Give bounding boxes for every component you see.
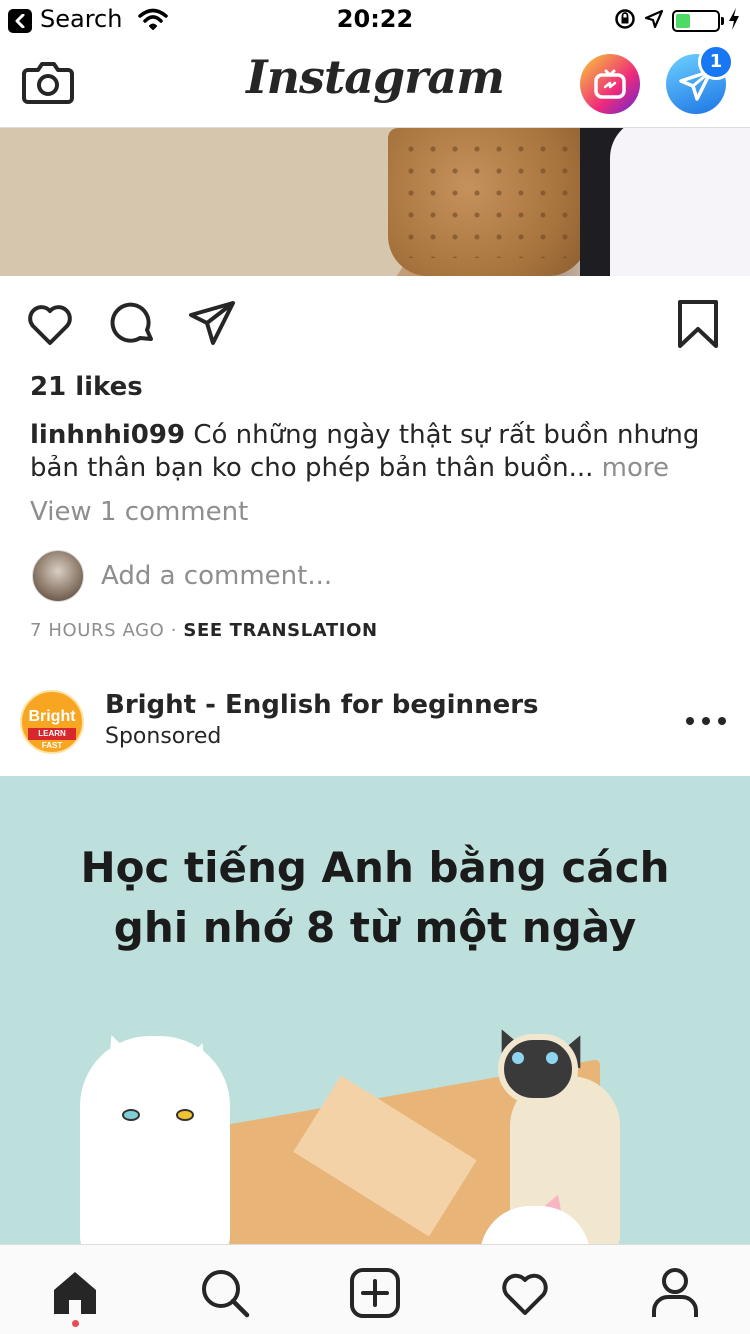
status-bar: Search 20:22 — [0, 0, 750, 40]
more-options-icon[interactable] — [686, 706, 726, 736]
ad-headline-line2: ghi nhớ 8 từ một ngày — [113, 903, 637, 952]
ad-headline-line1: Học tiếng Anh bằng cách — [80, 843, 670, 892]
rotation-lock-icon — [614, 8, 636, 34]
comment-bubble-icon[interactable] — [106, 298, 158, 350]
avatar — [32, 550, 84, 602]
sponsor-avatar[interactable]: Bright LEARN FAST — [20, 690, 84, 754]
search-icon[interactable] — [195, 1263, 255, 1323]
battery-icon — [672, 10, 724, 32]
add-comment-input[interactable]: Add a comment... — [101, 561, 332, 591]
status-indicators — [614, 8, 740, 34]
caption-username[interactable]: linhnhi099 — [30, 420, 185, 450]
share-paper-plane-icon[interactable] — [186, 298, 238, 350]
like-count[interactable]: 21 likes — [30, 372, 143, 402]
sponsor-logo-text: Bright — [28, 708, 76, 725]
post-action-bar — [0, 292, 750, 352]
sponsor-logo-tagline: LEARN FAST — [28, 728, 76, 750]
bottom-tab-bar — [0, 1244, 750, 1334]
post-meta: 7 HOURS AGO · SEE TRANSLATION — [30, 620, 378, 641]
profile-icon[interactable] — [645, 1263, 705, 1323]
sponsor-account-name[interactable]: Bright - English for beginners — [105, 690, 539, 720]
post-caption: linhnhi099 Có những ngày thật sự rất buồ… — [30, 419, 730, 485]
post-photo[interactable] — [0, 128, 750, 276]
ad-image[interactable]: Học tiếng Anh bằng cách ghi nhớ 8 từ một… — [0, 776, 750, 1244]
ad-headline: Học tiếng Anh bằng cách ghi nhớ 8 từ một… — [0, 838, 750, 958]
see-translation-link[interactable]: SEE TRANSLATION — [183, 620, 377, 641]
igtv-icon[interactable] — [580, 54, 640, 114]
caption-more-link[interactable]: more — [593, 453, 669, 483]
white-cat-illustration — [80, 1036, 230, 1244]
battery-level — [676, 14, 690, 28]
dm-notification-badge: 1 — [698, 44, 734, 80]
home-activity-dot — [72, 1320, 79, 1327]
view-comments-link[interactable]: View 1 comment — [30, 497, 248, 527]
like-heart-icon[interactable] — [24, 298, 76, 350]
sponsored-label: Sponsored — [105, 724, 222, 749]
activity-icon[interactable] — [495, 1263, 555, 1323]
charging-bolt-icon — [728, 8, 740, 34]
new-post-icon[interactable] — [345, 1263, 405, 1323]
home-icon[interactable] — [45, 1263, 105, 1323]
location-arrow-icon — [644, 9, 664, 33]
app-header: Instagram — [0, 40, 750, 128]
bookmark-save-icon[interactable] — [672, 298, 724, 350]
post-timestamp: 7 HOURS AGO — [30, 620, 165, 641]
